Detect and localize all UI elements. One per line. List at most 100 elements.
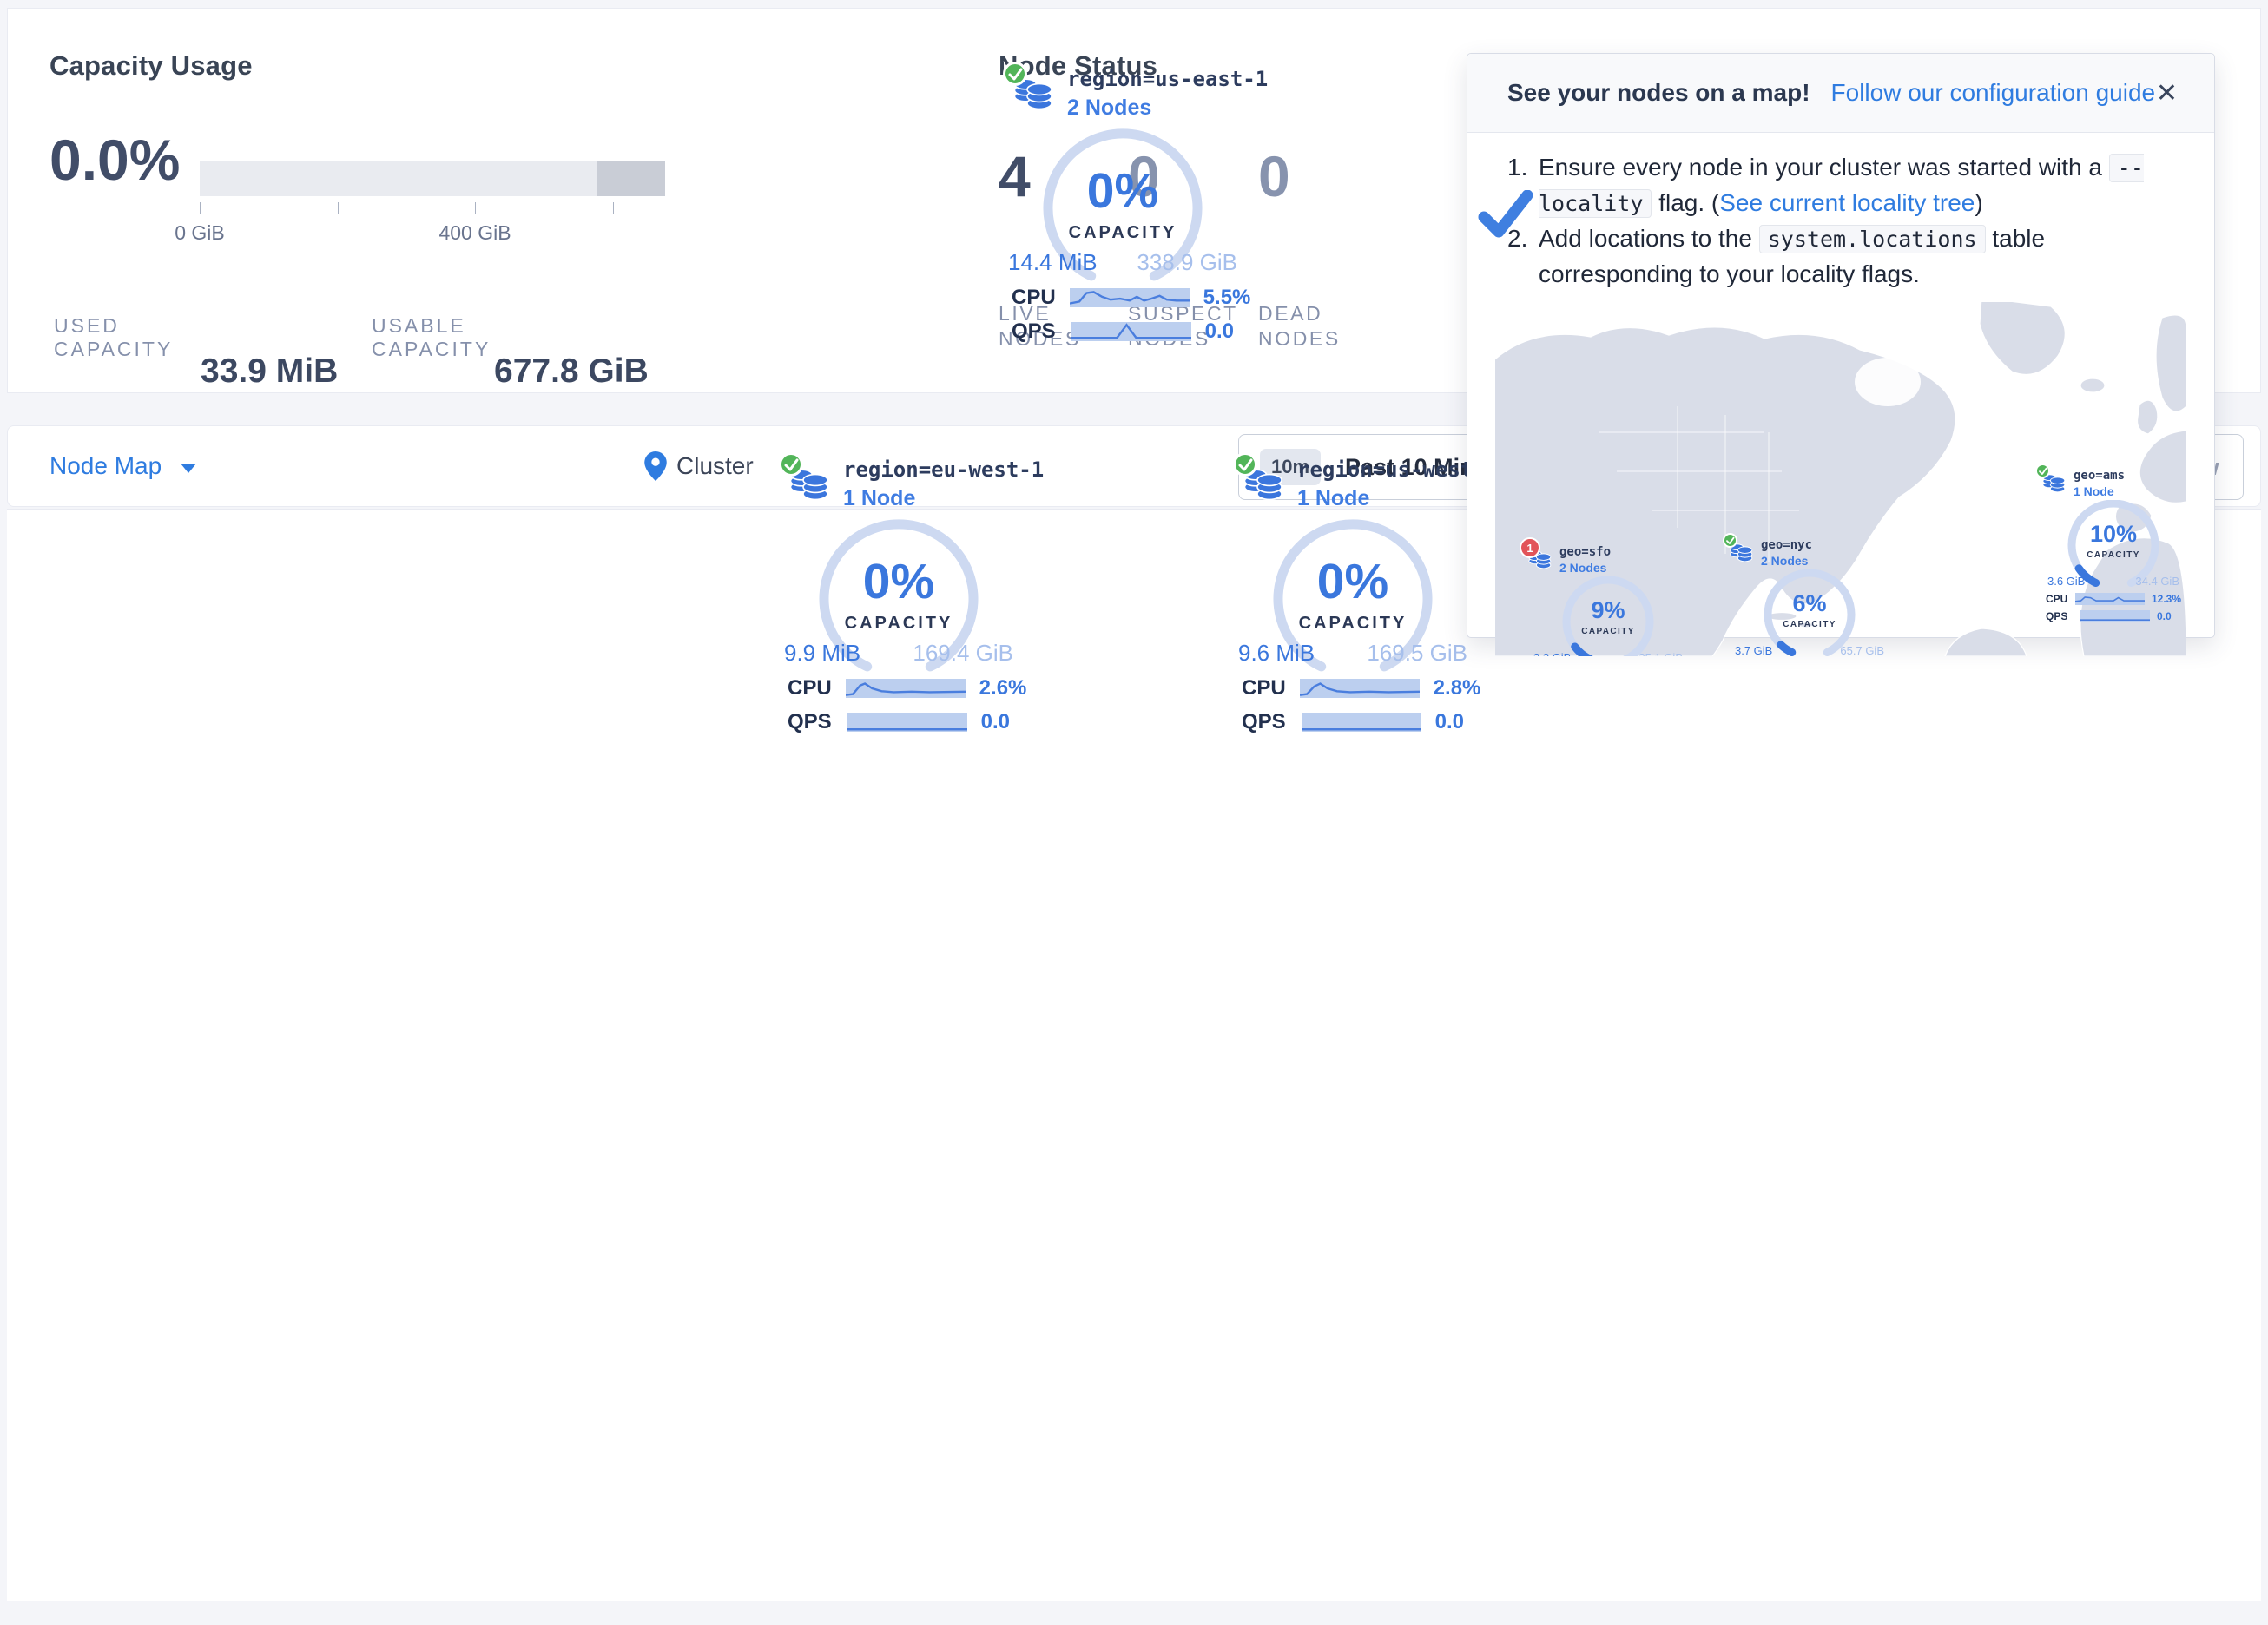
view-mode-dropdown[interactable]: Node Map <box>49 426 196 506</box>
status-ok-icon <box>1233 452 1257 477</box>
cpu-sparkline <box>2075 593 2145 605</box>
region-card-header: region=us-west-1 1 Node <box>1226 447 1480 511</box>
cpu-metric-row: CPU 12.3% <box>2046 593 2181 605</box>
qps-metric-row: QPS 0.0 <box>1012 319 1234 344</box>
status-ok-icon <box>2035 464 2050 478</box>
map-node-geo-ams: geo=ams 1 Node 10% CAPACITY 3.6 GiB 34.4 <box>2035 469 2186 622</box>
configuration-guide-link[interactable]: Follow our configuration guide <box>1831 79 2156 107</box>
step-text: flag. ( <box>1652 189 1719 216</box>
database-icon <box>2042 471 2066 494</box>
qps-sparkline <box>2080 610 2150 622</box>
region-nodes-link[interactable]: 1 Node <box>843 486 1044 511</box>
capacity-usage-section: Capacity Usage 0.0% 0 GiB 400 GiB USED C… <box>49 9 961 392</box>
breadcrumb[interactable]: Cluster <box>644 426 754 506</box>
used-capacity: 9.9 MiB <box>784 640 860 667</box>
region-name: region=eu-west-1 <box>843 457 1044 482</box>
region-name: region=us-east-1 <box>1067 67 1268 91</box>
view-mode-label: Node Map <box>49 452 162 480</box>
capacity-gauge: 9% CAPACITY <box>1560 576 1656 656</box>
tick-label-0: 0 GiB <box>175 221 225 245</box>
status-ok-icon <box>1003 62 1027 86</box>
cpu-label: CPU <box>788 676 832 701</box>
dropdown-triangle-icon <box>181 464 196 473</box>
capacity-percent: 0% <box>1036 162 1210 220</box>
region-card-us-east-1[interactable]: region=us-east-1 2 Nodes 0% CAPACITY 14.… <box>996 56 1249 344</box>
region-card-eu-west-1[interactable]: region=eu-west-1 1 Node 0% CAPACITY 9.9 … <box>772 447 1025 734</box>
total-capacity: 35.1 GiB <box>1638 651 1683 656</box>
total-capacity: 169.4 GiB <box>913 640 1013 667</box>
cpu-metric-row: CPU 2.8% <box>1242 676 1464 701</box>
qps-value: 0.0 <box>1205 319 1234 344</box>
region-card-us-west-1[interactable]: region=us-west-1 1 Node 0% CAPACITY 9.6 … <box>1226 447 1480 734</box>
locality-nodes: 1 Node <box>2074 484 2125 498</box>
qps-metric-row: QPS 0.0 <box>788 710 1010 734</box>
cpu-sparkline <box>846 679 966 698</box>
map-node-geo-nyc: geo=nyc 2 Nodes 6% CAPACITY 3.7 GiB 65.7 <box>1723 538 1896 656</box>
locality-tree-link[interactable]: See current locality tree <box>1719 189 1975 216</box>
qps-sparkline <box>1302 713 1421 732</box>
dead-nodes-value: 0 <box>1258 143 1397 209</box>
step-text: Add locations to the <box>1539 225 1759 252</box>
nodes-map-popup: See your nodes on a map! Follow our conf… <box>1467 53 2215 638</box>
used-capacity: 3.2 GiB <box>1533 651 1571 656</box>
cpu-sparkline <box>1300 679 1420 698</box>
locality-nodes: 2 Nodes <box>1761 554 1812 568</box>
total-capacity: 169.5 GiB <box>1367 640 1467 667</box>
capacity-gauge-label: CAPACITY <box>1762 620 1857 629</box>
database-icon <box>789 464 829 503</box>
qps-value: 0.0 <box>981 710 1010 734</box>
cpu-label: CPU <box>1012 286 1056 310</box>
total-capacity: 338.9 GiB <box>1137 249 1237 276</box>
status-ok-icon <box>779 452 803 477</box>
popup-header: See your nodes on a map! Follow our conf… <box>1467 54 2214 133</box>
popup-body: 1. Ensure every node in your cluster was… <box>1467 133 2214 656</box>
locality-nodes: 2 Nodes <box>1559 561 1611 575</box>
capacity-usage-title: Capacity Usage <box>49 50 253 82</box>
qps-metric-row: QPS 0.0 <box>1242 710 1464 734</box>
capacity-percent: 9% <box>1560 597 1656 624</box>
capacity-bar-track <box>200 161 665 196</box>
step-text: Ensure every node in your cluster was st… <box>1539 154 2109 181</box>
locality-name: geo=nyc <box>1761 538 1812 552</box>
qps-label: QPS <box>1012 319 1058 344</box>
capacity-percent-value: 0.0% <box>49 127 180 193</box>
popup-title: See your nodes on a map! <box>1507 79 1810 107</box>
locality-name: geo=sfo <box>1559 545 1611 559</box>
cpu-metric-row: CPU 2.6% <box>788 676 1010 701</box>
capacity-percent: 6% <box>1762 590 1857 617</box>
database-icon <box>1730 541 1753 563</box>
cpu-metric-row: CPU 5.5% <box>1012 286 1234 310</box>
used-capacity-value: 33.9 MiB <box>201 352 338 391</box>
tick-label-400: 400 GiB <box>438 221 511 245</box>
region-nodes-link[interactable]: 2 Nodes <box>1067 95 1268 121</box>
database-icon <box>1243 464 1283 503</box>
capacity-gauge-label: CAPACITY <box>1560 627 1656 636</box>
capacity-gauge: 10% CAPACITY <box>2066 500 2161 587</box>
breadcrumb-label: Cluster <box>676 452 754 480</box>
capacity-gauge-label: CAPACITY <box>812 614 986 634</box>
step-text: ) <box>1975 189 1982 216</box>
close-icon[interactable]: ✕ <box>2156 78 2178 109</box>
setup-step-1: 1. Ensure every node in your cluster was… <box>1495 150 2186 221</box>
capacity-percent: 0% <box>1266 553 1440 610</box>
total-capacity: 34.4 GiB <box>2135 575 2179 588</box>
locality-name: geo=ams <box>2074 469 2125 483</box>
cpu-value: 5.5% <box>1203 286 1251 310</box>
cpu-label: CPU <box>2046 593 2068 605</box>
total-capacity: 65.7 GiB <box>1840 644 1884 656</box>
cpu-label: CPU <box>1242 676 1286 701</box>
usable-capacity-label: USABLE CAPACITY <box>372 314 498 361</box>
qps-sparkline <box>847 713 967 732</box>
map-node-geo-sfo: 1 geo=sfo 2 Nodes 9% CAPACITY <box>1521 545 1695 656</box>
qps-value: 0.0 <box>2157 610 2172 622</box>
qps-metric-row: QPS 0.0 <box>2046 610 2181 622</box>
node-map-canvas: region=us-east-1 2 Nodes 0% CAPACITY 14.… <box>7 509 2261 1601</box>
qps-label: QPS <box>2046 610 2074 622</box>
cpu-value: 2.6% <box>979 676 1027 701</box>
qps-sparkline <box>1071 322 1191 341</box>
used-capacity: 9.6 MiB <box>1238 640 1315 667</box>
qps-value: 0.0 <box>1435 710 1464 734</box>
status-error-badge: 1 <box>1520 537 1540 558</box>
usable-capacity-value: 677.8 GiB <box>494 352 649 391</box>
code-chip: system.locations <box>1759 225 1986 253</box>
